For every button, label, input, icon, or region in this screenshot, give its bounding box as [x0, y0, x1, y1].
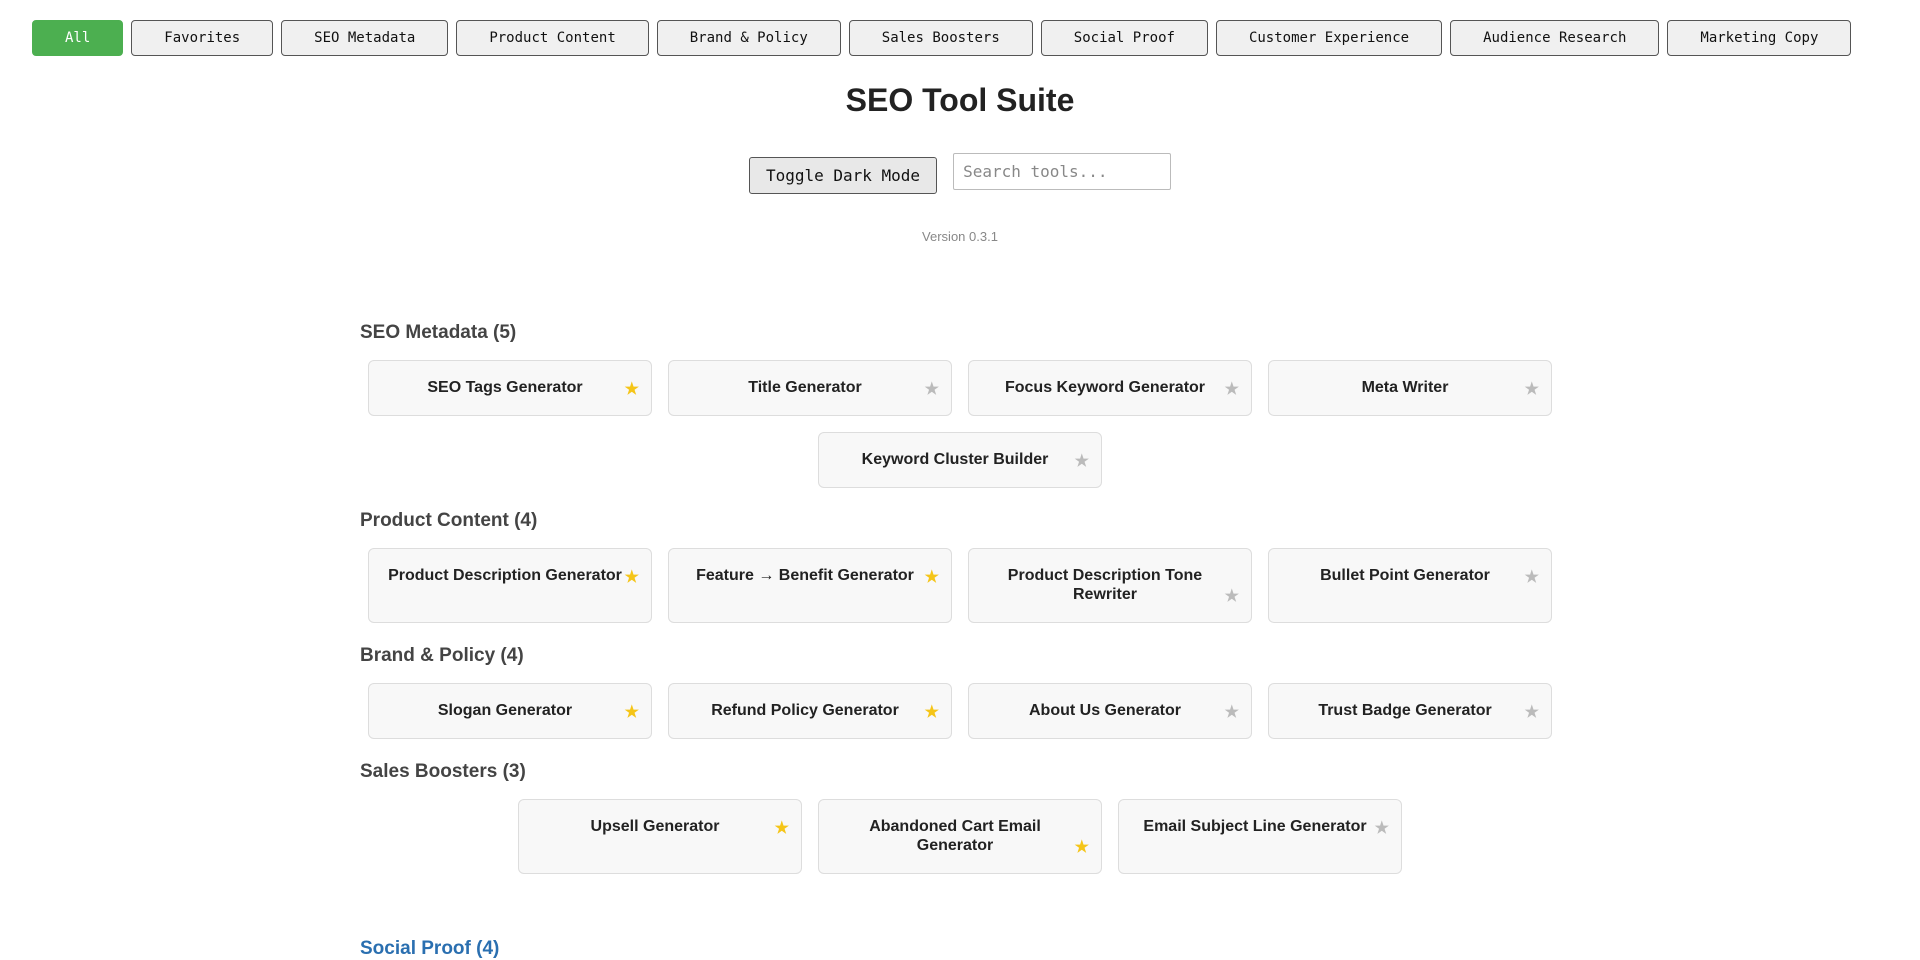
- star-icon[interactable]: ★: [1225, 702, 1239, 722]
- tool-card-label: Feature → Benefit Generator: [696, 567, 914, 584]
- tool-card-seo-tags-generator[interactable]: SEO Tags Generator ★: [368, 360, 652, 416]
- page-title: SEO Tool Suite: [845, 82, 1075, 118]
- section-title: Brand & Policy (4): [360, 645, 524, 666]
- section-title: Product Content (4): [360, 510, 538, 531]
- filter-marketing-copy-button[interactable]: Marketing Copy: [1667, 20, 1852, 56]
- category-filter-bar: All Favorites SEO Metadata Product Content B…: [32, 20, 1852, 56]
- star-icon[interactable]: ★: [1525, 379, 1539, 399]
- section-title: SEO Metadata (5): [360, 322, 517, 343]
- filter-customer-experience-button[interactable]: Customer Experience: [1215, 20, 1443, 56]
- tool-card-label: Focus Keyword Generator: [1004, 379, 1206, 396]
- section-sales-boosters: Sales Boosters (3) Upsell Generator ★ Aband…: [360, 761, 1560, 874]
- filter-seo-metadata-button[interactable]: SEO Metadata: [281, 20, 449, 56]
- tool-card-label: Product Description Generator: [388, 567, 622, 584]
- tool-card-label: Trust Badge Generator: [1318, 702, 1492, 719]
- tool-card-label: Meta Writer: [1361, 379, 1449, 396]
- star-icon[interactable]: ★: [1525, 702, 1539, 722]
- tool-card-label: Product Description Tone Rewriter: [1007, 567, 1203, 603]
- star-icon[interactable]: ★: [775, 818, 789, 838]
- tool-card-label: Upsell Generator: [590, 818, 720, 835]
- version-label: Version 0.3.1: [922, 229, 998, 244]
- tool-grid: Product Description Generator ★ Feature → …: [360, 548, 1560, 623]
- filter-audience-research-button[interactable]: Audience Research: [1450, 20, 1660, 56]
- tool-card-label: Title Generator: [748, 379, 862, 396]
- tool-card-label: Bullet Point Generator: [1320, 567, 1490, 584]
- tool-card-product-description-generator[interactable]: Product Description Generator ★: [368, 548, 652, 623]
- tool-grid: SEO Tags Generator ★ Title Generator ★ Focus…: [360, 360, 1560, 488]
- section-brand-policy: Brand & Policy (4) Slogan Generator ★ Refun…: [360, 645, 1560, 739]
- tool-card-feature-benefit-generator[interactable]: Feature → Benefit Generator ★: [668, 548, 952, 623]
- tool-card-trust-badge-generator[interactable]: Trust Badge Generator ★: [1268, 683, 1552, 739]
- star-icon[interactable]: ★: [1525, 567, 1539, 587]
- section-title-social-proof: Social Proof (4): [360, 938, 500, 959]
- tool-card-label: Abandoned Cart Email Generator: [869, 818, 1041, 854]
- filter-all-button[interactable]: All: [32, 20, 124, 56]
- tool-card-keyword-cluster-builder[interactable]: Keyword Cluster Builder ★: [818, 432, 1102, 488]
- filter-favorites-button[interactable]: Favorites: [131, 20, 274, 56]
- tool-card-slogan-generator[interactable]: Slogan Generator ★: [368, 683, 652, 739]
- controls-bar: Toggle Dark Mode: [0, 153, 1920, 194]
- tool-card-label: Slogan Generator: [437, 702, 573, 719]
- tool-card-title-generator[interactable]: Title Generator ★: [668, 360, 952, 416]
- tool-card-label: Keyword Cluster Builder: [861, 451, 1049, 468]
- toggle-dark-mode-button[interactable]: Toggle Dark Mode: [748, 157, 938, 194]
- tool-card-product-description-tone-rewriter[interactable]: Product Description Tone Rewriter ★: [968, 548, 1252, 623]
- star-icon[interactable]: ★: [625, 379, 639, 399]
- tool-card-label: About Us Generator: [1028, 702, 1181, 719]
- tool-card-refund-policy-generator[interactable]: Refund Policy Generator ★: [668, 683, 952, 739]
- tool-card-label: SEO Tags Generator: [427, 379, 583, 396]
- section-title: Sales Boosters (3): [360, 761, 526, 782]
- section-seo-metadata: SEO Metadata (5) SEO Tags Generator ★ Title…: [360, 322, 1560, 488]
- star-icon[interactable]: ★: [1225, 586, 1239, 606]
- star-icon[interactable]: ★: [1375, 818, 1389, 838]
- filter-sales-boosters-button[interactable]: Sales Boosters: [848, 20, 1033, 56]
- search-tools-input[interactable]: [953, 153, 1172, 190]
- star-icon[interactable]: ★: [625, 702, 639, 722]
- star-icon[interactable]: ★: [1225, 379, 1239, 399]
- star-icon[interactable]: ★: [925, 567, 939, 587]
- tool-grid: Upsell Generator ★ Abandoned Cart Email Ge…: [360, 799, 1560, 874]
- tool-card-label: Refund Policy Generator: [711, 702, 899, 719]
- filter-product-content-button[interactable]: Product Content: [456, 20, 649, 56]
- tool-card-label: Email Subject Line Generator: [1143, 818, 1367, 835]
- star-icon[interactable]: ★: [1075, 837, 1089, 857]
- tool-card-focus-keyword-generator[interactable]: Focus Keyword Generator ★: [968, 360, 1252, 416]
- filter-social-proof-button[interactable]: Social Proof: [1040, 20, 1208, 56]
- star-icon[interactable]: ★: [625, 567, 639, 587]
- star-icon[interactable]: ★: [1075, 451, 1089, 471]
- tool-card-about-us-generator[interactable]: About Us Generator ★: [968, 683, 1252, 739]
- star-icon[interactable]: ★: [925, 702, 939, 722]
- tool-card-abandoned-cart-email-generator[interactable]: Abandoned Cart Email Generator ★: [818, 799, 1102, 874]
- tool-card-upsell-generator[interactable]: Upsell Generator ★: [518, 799, 802, 874]
- star-icon[interactable]: ★: [925, 379, 939, 399]
- tool-sections: SEO Metadata (5) SEO Tags Generator ★ Title…: [360, 322, 1560, 896]
- tool-grid: Slogan Generator ★ Refund Policy Generator…: [360, 683, 1560, 739]
- section-product-content: Product Content (4) Product Description G…: [360, 510, 1560, 623]
- tool-card-meta-writer[interactable]: Meta Writer ★: [1268, 360, 1552, 416]
- tool-card-bullet-point-generator[interactable]: Bullet Point Generator ★: [1268, 548, 1552, 623]
- tool-card-email-subject-line-generator[interactable]: Email Subject Line Generator ★: [1118, 799, 1402, 874]
- filter-brand-policy-button[interactable]: Brand & Policy: [656, 20, 841, 56]
